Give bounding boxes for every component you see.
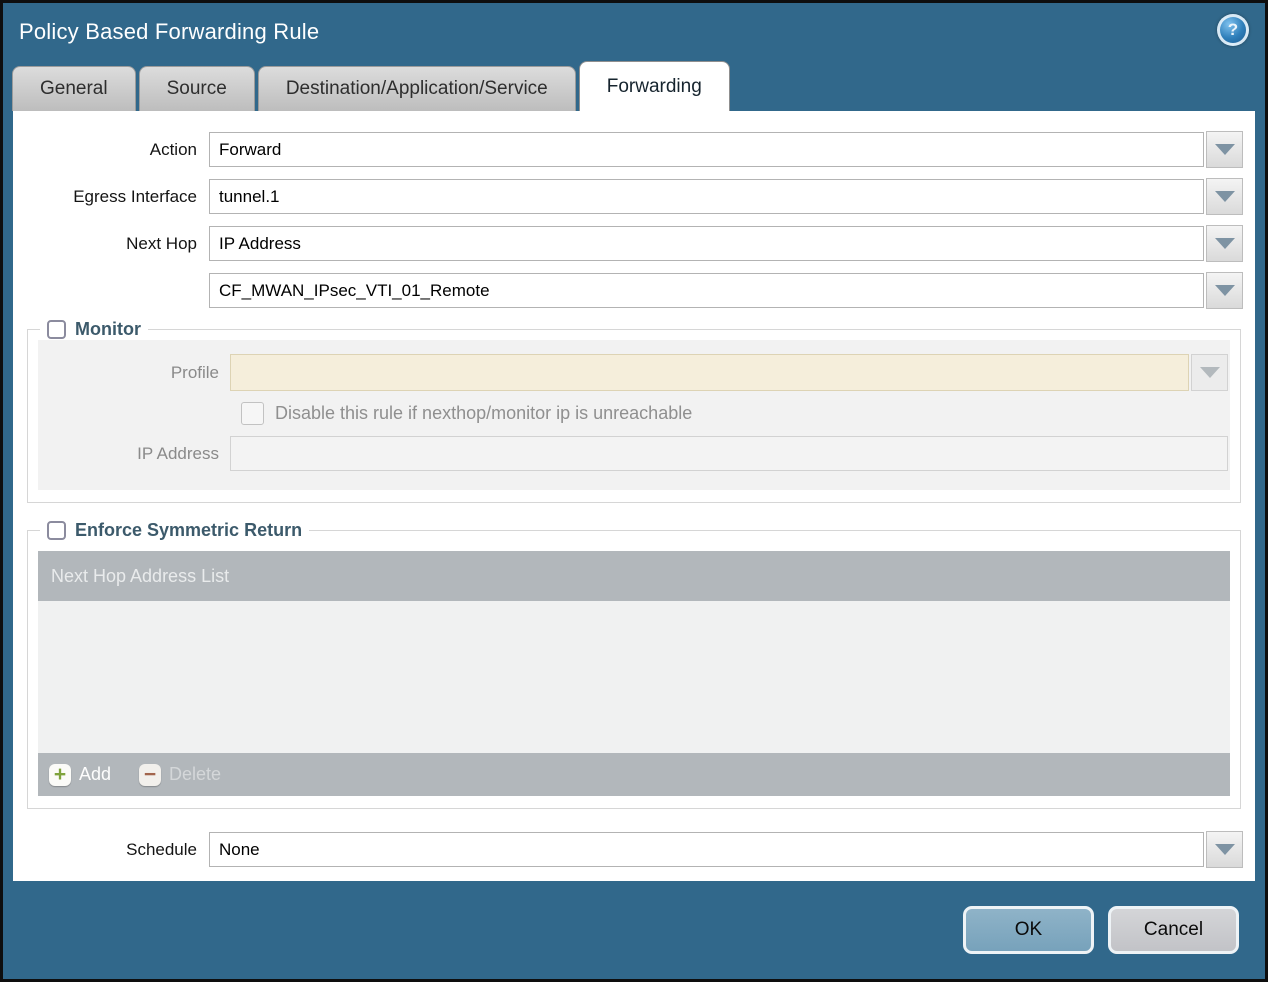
schedule-row: Schedule: [13, 831, 1255, 868]
profile-dropdown-button: [1191, 354, 1228, 391]
chevron-down-icon: [1214, 144, 1235, 155]
next-hop-label: Next Hop: [126, 233, 197, 253]
chevron-down-icon: [1214, 238, 1235, 249]
enforce-symmetric-return-section: Enforce Symmetric Return Next Hop Addres…: [27, 520, 1241, 809]
monitor-panel: Profile Disable this rule if nexthop/mon…: [38, 340, 1230, 490]
monitor-section: Monitor Profile Disable this rule if nex…: [27, 319, 1241, 503]
forwarding-tab-panel: Action Egress Interface Next Hop: [13, 111, 1255, 881]
monitor-legend: Monitor: [40, 319, 148, 340]
next-hop-address-combo: [209, 272, 1243, 309]
next-hop-address-row: [13, 272, 1255, 309]
enforce-symmetric-return-checkbox[interactable]: [47, 521, 66, 540]
profile-label: Profile: [170, 362, 219, 382]
disable-rule-checkbox: [241, 402, 264, 425]
monitor-checkbox[interactable]: [47, 320, 66, 339]
egress-interface-label: Egress Interface: [73, 186, 197, 206]
next-hop-address-list-header-label: Next Hop Address List: [51, 565, 230, 586]
egress-interface-combo: [209, 178, 1243, 215]
schedule-combo: [209, 831, 1243, 868]
tab-forwarding[interactable]: Forwarding: [578, 61, 730, 111]
action-label: Action: [149, 139, 197, 159]
delete-button-label: Delete: [169, 764, 222, 784]
action-row: Action: [13, 131, 1255, 168]
schedule-label: Schedule: [126, 839, 197, 859]
tab-label: Source: [166, 78, 227, 99]
chevron-down-icon: [1214, 191, 1235, 202]
monitor-ip-address-input: [230, 436, 1228, 471]
monitor-legend-label: Monitor: [75, 319, 141, 339]
next-hop-address-dropdown-button[interactable]: [1206, 272, 1243, 309]
disable-rule-label: Disable this rule if nexthop/monitor ip …: [275, 403, 693, 423]
add-button[interactable]: + Add: [49, 763, 112, 786]
cancel-button[interactable]: Cancel: [1108, 906, 1239, 954]
chevron-down-icon: [1199, 367, 1220, 378]
next-hop-address-list-table: Next Hop Address List + Add − Delete: [38, 551, 1230, 796]
egress-interface-row: Egress Interface: [13, 178, 1255, 215]
tab-source[interactable]: Source: [138, 66, 255, 111]
tab-label: Destination/Application/Service: [285, 78, 548, 99]
chevron-down-icon: [1214, 844, 1235, 855]
action-input[interactable]: [209, 132, 1204, 167]
help-glyph: ?: [1227, 20, 1239, 39]
tab-general[interactable]: General: [12, 66, 136, 111]
action-combo: [209, 131, 1243, 168]
next-hop-address-list-toolbar: + Add − Delete: [38, 753, 1230, 796]
dialog-titlebar: Policy Based Forwarding Rule ?: [3, 3, 1265, 61]
schedule-dropdown-button[interactable]: [1206, 831, 1243, 868]
disable-rule-row: Disable this rule if nexthop/monitor ip …: [241, 402, 1230, 425]
egress-interface-input[interactable]: [209, 179, 1204, 214]
enforce-symmetric-return-legend: Enforce Symmetric Return: [40, 520, 309, 541]
add-icon: +: [49, 763, 71, 786]
chevron-down-icon: [1214, 285, 1235, 296]
tab-label: General: [40, 78, 108, 99]
next-hop-address-list-body[interactable]: [38, 601, 1230, 753]
action-dropdown-button[interactable]: [1206, 131, 1243, 168]
next-hop-type-input[interactable]: [209, 226, 1204, 261]
add-button-label: Add: [79, 764, 112, 784]
profile-row: Profile: [38, 354, 1230, 391]
next-hop-address-input[interactable]: [209, 273, 1204, 308]
enforce-symmetric-return-label: Enforce Symmetric Return: [75, 520, 303, 540]
tab-label: Forwarding: [606, 75, 702, 97]
ok-button[interactable]: OK: [963, 906, 1094, 954]
delete-icon: −: [139, 763, 162, 786]
schedule-input[interactable]: [209, 832, 1204, 867]
monitor-ip-address-row: IP Address: [38, 436, 1230, 471]
egress-interface-dropdown-button[interactable]: [1206, 178, 1243, 215]
next-hop-address-list-header: Next Hop Address List: [38, 551, 1230, 601]
delete-button: − Delete: [139, 763, 222, 786]
monitor-ip-address-label: IP Address: [137, 443, 219, 463]
profile-input: [230, 354, 1189, 391]
next-hop-row: Next Hop: [13, 225, 1255, 262]
next-hop-combo: [209, 225, 1243, 262]
dialog-title: Policy Based Forwarding Rule: [19, 19, 320, 44]
tab-destination-application-service[interactable]: Destination/Application/Service: [257, 66, 576, 111]
policy-based-forwarding-dialog: Policy Based Forwarding Rule ? General S…: [0, 0, 1268, 982]
next-hop-dropdown-button[interactable]: [1206, 225, 1243, 262]
help-icon[interactable]: ?: [1217, 14, 1249, 46]
dialog-footer: OK Cancel: [3, 881, 1265, 979]
tab-bar: General Source Destination/Application/S…: [3, 61, 1265, 111]
